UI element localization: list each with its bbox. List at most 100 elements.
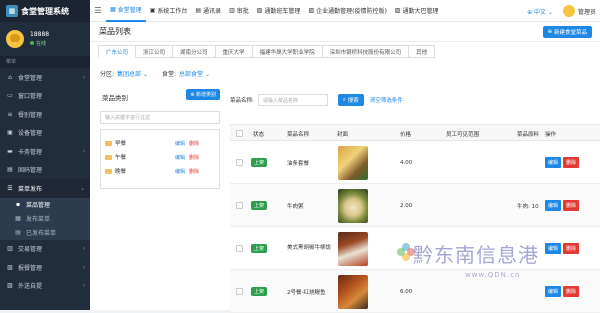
canteen-select[interactable]: 总部食堂 ⌄ [179, 69, 210, 78]
dish-name-input[interactable]: 请输入菜品名称 [257, 94, 328, 106]
topnav-contacts[interactable]: ▤ 通讯录 [191, 0, 225, 22]
sidebar-item-report[interactable]: ▧ 报餐管理 ‹ [0, 258, 90, 277]
tab-guangdong[interactable]: 广东公司 [98, 45, 137, 58]
delete-button[interactable]: 删除 [563, 200, 580, 211]
row-checkbox[interactable] [236, 159, 243, 166]
admin-avatar[interactable] [562, 5, 575, 17]
new-dish-button[interactable]: ⊕ 新建食堂菜品 [542, 26, 592, 38]
category-edit-link[interactable]: 编辑 [175, 169, 185, 175]
top-bar: ☰ ▦ 食堂管理 ▣ 系统工作台 ▤ 通讯录 ▥ 审批 ▧ 通勤班车管理 ▧ 企业通勤管理(… [90, 0, 600, 22]
header-visibility: 员工可见范围 [446, 131, 480, 138]
card-icon: ▬ [7, 147, 13, 155]
topnav-canteen[interactable]: ▦ 食堂管理 [106, 0, 146, 22]
user-status-text: 在线 [36, 41, 47, 47]
row-checkbox[interactable] [236, 288, 243, 295]
topnav-label: 食堂管理 [117, 7, 142, 14]
main-content: 菜品列表 ⊕ 新建食堂菜品 广东公司 浙江公司 湖南分公司 重庆大学 福建华晟大… [90, 22, 600, 313]
app-brand: ▦ 食堂管理系统 [0, 0, 90, 22]
category-delete-link[interactable]: 删除 [189, 141, 199, 147]
category-item[interactable]: 午餐 编辑 删除 [101, 150, 219, 164]
area-value: 集团总部 [117, 71, 142, 78]
clear-filter-link[interactable]: 清空筛选条件 [370, 96, 403, 104]
company-tabs: 广东公司 浙江公司 湖南分公司 重庆大学 福建华晟大学职业学院 深圳市银桥科技股… [98, 45, 436, 58]
sidebar-item-menu-publish[interactable]: ☰ 菜单发布 ⌄ [0, 179, 90, 198]
tab-other[interactable]: 其他 [409, 45, 436, 58]
category-delete-link[interactable]: 删除 [189, 169, 199, 175]
sidebar-item-canteen[interactable]: ⌂ 食堂管理 ‹ [0, 68, 90, 87]
topnav-bus[interactable]: ▧ 通勤大巴管理 [391, 0, 443, 22]
sidebar-subitem-publish-menu[interactable]: ▦ 发布菜单 [0, 211, 90, 226]
tab-shenzhen[interactable]: 深圳市银桥科技股份有限公司 [322, 45, 410, 58]
dish-image [338, 145, 368, 180]
row-checkbox[interactable] [236, 245, 243, 252]
globe-icon: ⊕ [527, 8, 533, 16]
hamburger-menu-icon[interactable]: ☰ [90, 6, 106, 15]
topnav-workbench[interactable]: ▣ 系统工作台 [146, 0, 192, 22]
topnav-approval[interactable]: ▥ 审批 [225, 0, 253, 22]
category-label: 午餐 [115, 155, 127, 161]
tab-hunan[interactable]: 湖南分公司 [173, 45, 216, 58]
top-nav: ▦ 食堂管理 ▣ 系统工作台 ▤ 通讯录 ▥ 审批 ▧ 通勤班车管理 ▧ 企业通勤管理(疫情… [106, 0, 442, 22]
header-name: 菜品名称 [287, 131, 310, 138]
delete-button[interactable]: 删除 [563, 286, 580, 297]
folder-icon [105, 140, 112, 146]
report-icon: ▧ [7, 263, 13, 271]
language-select[interactable]: ⊕ 中文 ⌄ [527, 7, 553, 16]
topnav-commute[interactable]: ▧ 企业通勤管理(疫情防控版) [304, 0, 390, 22]
area-select[interactable]: 集团总部 ⌄ [117, 69, 148, 78]
edit-button[interactable]: 编辑 [545, 157, 562, 168]
category-delete-link[interactable]: 删除 [189, 155, 199, 161]
sidebar-subitem-dish-manage[interactable]: ▪ 菜品管理 [0, 197, 90, 212]
category-search-input[interactable]: 输入关键字进行过滤 [100, 111, 220, 124]
dish-panel: 菜品名称: 请输入菜品名称 ⌕ 搜索 清空筛选条件 状态 菜品名称 封面 价格 … [230, 86, 600, 313]
admin-name[interactable]: 管理员 [578, 7, 596, 16]
tab-chongqing[interactable]: 重庆大学 [215, 45, 253, 58]
sidebar-item-label: 餐别管理 [18, 111, 43, 119]
category-label: 早餐 [115, 141, 127, 147]
edit-button[interactable]: 编辑 [545, 243, 562, 254]
search-button[interactable]: ⌕ 搜索 [337, 94, 364, 106]
category-edit-link[interactable]: 编辑 [175, 155, 185, 161]
dish-material: 牛肉: 10 [517, 203, 539, 210]
category-item[interactable]: 晚餐 编辑 删除 [101, 164, 219, 178]
sidebar-item-device[interactable]: ▣ 设备管理 [0, 124, 90, 143]
status-badge: 上架 [251, 244, 268, 253]
table-row[interactable]: 上架 牛肉粥 2.00 牛肉: 10 编辑 删除 [230, 184, 600, 227]
sidebar-item-qrcode[interactable]: ▤ 固码管理 [0, 161, 90, 180]
tab-fujian[interactable]: 福建华晟大学职业学院 [252, 45, 323, 58]
sidebar: ▦ 食堂管理系统 18888 在线 菜单 ⌂ 食堂管理 ‹ ▭ 窗口管理 ≡ 餐别管理 … [0, 0, 90, 310]
table-row[interactable]: 上架 2号餐-红烧鳗鱼 6.00 编辑 删除 [230, 270, 600, 313]
add-category-button[interactable]: ⊕ 新增类别 [186, 89, 220, 100]
table-row[interactable]: 上架 美式黑胡椒牛柳饭 编辑 删除 [230, 227, 600, 270]
category-panel: 菜品类别 ⊕ 新增类别 输入关键字进行过滤 早餐 编辑 删除 午餐 编辑 删除 晚餐 编辑… [100, 86, 220, 310]
category-item[interactable]: 早餐 编辑 删除 [101, 136, 219, 150]
category-edit-link[interactable]: 编辑 [175, 141, 185, 147]
select-all-checkbox[interactable] [236, 130, 243, 137]
home-icon: ⌂ [8, 73, 12, 81]
dish-image [338, 188, 368, 223]
contacts-icon: ▤ [195, 7, 202, 14]
topnav-label: 通讯录 [203, 8, 222, 15]
delete-button[interactable]: 删除 [563, 243, 580, 254]
tab-zhejiang[interactable]: 浙江公司 [136, 45, 174, 58]
dish-price: 6.00 [400, 288, 413, 295]
sidebar-item-card[interactable]: ▬ 卡务管理 ‹ [0, 142, 90, 161]
status-badge: 上架 [251, 158, 268, 167]
category-label: 晚餐 [115, 169, 127, 175]
bus-icon: ▧ [394, 7, 401, 14]
sidebar-item-meal[interactable]: ≡ 餐别管理 [0, 105, 90, 124]
header-material: 菜品原料 [517, 131, 540, 138]
sidebar-subitem-published-menu[interactable]: ▤ 已发布菜单 [0, 225, 90, 240]
search-button-label: 搜索 [347, 98, 359, 104]
row-checkbox[interactable] [236, 202, 243, 209]
edit-button[interactable]: 编辑 [545, 286, 562, 297]
avatar[interactable] [6, 30, 24, 48]
table-row[interactable]: 上架 油条套餐 4.00 编辑 删除 [230, 141, 600, 184]
sidebar-item-trade[interactable]: ▥ 交易管理 ‹ [0, 240, 90, 259]
edit-button[interactable]: 编辑 [545, 200, 562, 211]
sidebar-item-delivery[interactable]: ▨ 外送自提 ‹ [0, 277, 90, 296]
folder-icon [105, 154, 112, 160]
delete-button[interactable]: 删除 [563, 157, 580, 168]
sidebar-item-window[interactable]: ▭ 窗口管理 [0, 87, 90, 106]
topnav-shuttle[interactable]: ▧ 通勤班车管理 [253, 0, 305, 22]
